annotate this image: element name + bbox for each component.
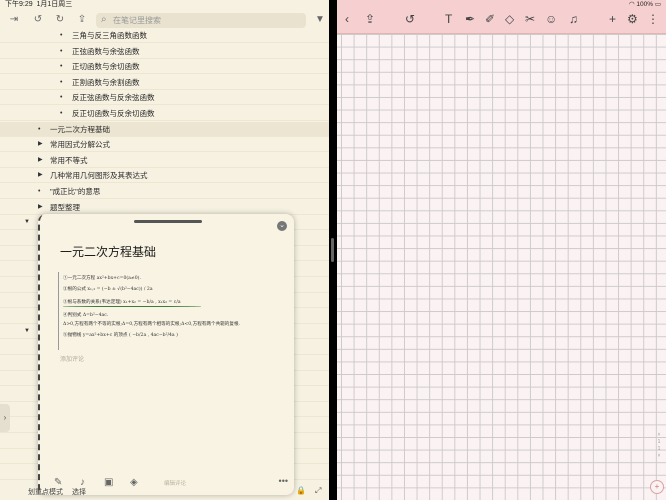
status-bar-left: 下午9:29 1月1日周三 [0, 0, 329, 10]
outline-row-label: 正切函数与余切函数 [72, 62, 140, 72]
chevron-down-icon[interactable]: ˅ [654, 453, 664, 460]
bullet-icon: • [60, 47, 63, 55]
expand-panel-handle[interactable]: › [0, 404, 10, 432]
handwritten-underline [63, 305, 201, 307]
formula-snippet: ①一元二次方程 ax²+bx+c=0(a≠0). ②根的公式 x₁,₂ = (−… [58, 272, 240, 350]
outline-row[interactable]: • 正割函数与余割函数 [0, 75, 329, 90]
lock-icon[interactable]: 🔒 [296, 486, 306, 495]
outline-pane: 下午9:29 1月1日周三 ⇥ ↺ ↻ ⇪ ⌕ 在笔记里搜索 ▼ • 三角与反三角… [0, 0, 329, 500]
microphone-icon[interactable]: ♫ [569, 12, 578, 26]
outline-row[interactable]: ▶ 常用不等式 [0, 153, 329, 168]
formula-line: ⑤抛物线 y=ax²+bx+c 的顶点 ( −b/2a , 4ac−b²/4a … [63, 333, 178, 338]
select-button[interactable]: 选择 [72, 487, 86, 497]
outline-row-label: "成正比"的意思 [50, 187, 101, 196]
add-page-icon[interactable]: + [609, 12, 616, 26]
back-icon[interactable]: ‹ [345, 12, 349, 26]
bottom-bar-left: 划重点模式 选择 🔒 ⤢ [0, 484, 329, 500]
outline-row-label: 常用因式分解公式 [50, 140, 110, 150]
eraser-icon[interactable]: ◇ [505, 12, 514, 26]
outline-toolbar: ⇥ ↺ ↻ ⇪ ⌕ 在笔记里搜索 ▼ [0, 10, 329, 30]
notebook-pane[interactable]: ◠ 100% ▭ ‹ ⇪ ↺ T ✒ ✐ ◇ ✂ ☺ ♫ + ⚙ ⋮ ˄ 1 1… [337, 0, 666, 500]
bullet-icon: • [60, 78, 63, 86]
collapse-triangle-icon[interactable]: ▼ [24, 215, 30, 230]
formula-line: Δ>0,方程有两个不等的实根;Δ=0,方程有两个相等的实根;Δ<0,方程有两个共… [63, 322, 241, 327]
image-icon[interactable]: ☺ [545, 12, 557, 26]
outline-row[interactable]: ▶ 题型整理 [0, 200, 329, 215]
collapse-triangle-icon[interactable]: ▼ [24, 324, 30, 339]
status-date: 1月1日周三 [36, 1, 73, 8]
filter-icon[interactable]: ▼ [314, 14, 326, 26]
collapse-sidebar-icon[interactable]: ⇥ [8, 14, 20, 26]
search-icon: ⌕ [101, 14, 107, 25]
bullet-icon: • [60, 32, 63, 39]
status-time: 下午9:29 [5, 1, 33, 8]
outline-row-label: 题型整理 [50, 202, 80, 212]
expand-triangle-icon[interactable]: ▶ [38, 168, 43, 183]
notebook-toolbar: ◠ 100% ▭ ‹ ⇪ ↺ T ✒ ✐ ◇ ✂ ☺ ♫ + ⚙ ⋮ [337, 0, 666, 34]
share-icon[interactable]: ⇪ [365, 12, 375, 26]
fullscreen-icon[interactable]: ⤢ [315, 486, 321, 496]
wifi-icon: ◠ [628, 1, 635, 8]
formula-line: ②根的公式 x₁,₂ = (−b ± √(b²−4ac)) / 2a [63, 287, 153, 292]
outline-row[interactable]: ▶ 常用因式分解公式 [0, 137, 329, 153]
outline-row[interactable]: • "成正比"的意思 [0, 184, 329, 199]
card-drag-handle[interactable] [134, 220, 202, 223]
search-input[interactable]: ⌕ 在笔记里搜索 [96, 13, 306, 28]
outline-row-label: 正割函数与余割函数 [72, 77, 140, 87]
outline-row[interactable]: • 正切函数与余切函数 [0, 59, 329, 75]
page-total: 1 [657, 446, 661, 452]
split-handle[interactable] [331, 238, 334, 262]
zoom-icon[interactable]: + [650, 480, 664, 494]
bullet-icon: • [60, 110, 63, 117]
page-indicator[interactable]: ˄ 1 1 ˅ [654, 432, 664, 462]
outline-row-label: 几种常用几何图形及其表达式 [50, 171, 148, 181]
outline-row[interactable]: • 反正弦函数与反余弦函数 [0, 90, 329, 106]
close-icon[interactable]: ⌄ [277, 221, 287, 231]
status-bar-right: ◠ 100% ▭ [629, 0, 661, 10]
split-divider[interactable] [329, 0, 337, 500]
bullet-icon: • [38, 188, 41, 195]
search-placeholder: 在笔记里搜索 [113, 16, 161, 25]
outline-row-label: 反正切函数与反余切函数 [72, 109, 155, 118]
outline-row-label: 常用不等式 [50, 155, 88, 165]
expand-triangle-icon[interactable]: ▶ [38, 200, 43, 215]
undo-icon[interactable]: ↺ [32, 14, 44, 26]
redo-icon[interactable]: ↻ [54, 14, 66, 26]
add-comment-field[interactable]: 添加评论 [60, 354, 84, 363]
lasso-icon[interactable]: ✂ [525, 12, 535, 26]
bullet-icon: • [60, 63, 63, 71]
note-card: ⌄ 一元二次方程基础 ①一元二次方程 ax²+bx+c=0(a≠0). ②根的公… [38, 214, 294, 495]
highlight-mode-button[interactable]: 划重点模式 [28, 487, 63, 497]
settings-icon[interactable]: ⚙ [627, 12, 638, 26]
outline-row-label: 三角与反三角函数函数 [72, 31, 147, 40]
formula-line: ④判别式 Δ=b²−4ac. [63, 313, 109, 318]
undo-icon[interactable]: ↺ [405, 12, 415, 26]
outline-row[interactable]: • 一元二次方程基础 [0, 121, 329, 137]
highlighter-icon[interactable]: ✐ [485, 12, 495, 26]
share-icon[interactable]: ⇪ [76, 14, 88, 26]
text-tool-icon[interactable]: T [445, 12, 452, 26]
outline-row[interactable]: • 正弦函数与余弦函数 [0, 44, 329, 59]
bullet-icon: • [60, 94, 63, 102]
chevron-up-icon[interactable]: ˄ [654, 432, 664, 439]
outline-row[interactable]: ▶ 几种常用几何图形及其表达式 [0, 168, 329, 184]
formula-line: ①一元二次方程 ax²+bx+c=0(a≠0). [63, 276, 141, 281]
outline-row[interactable]: • 三角与反三角函数函数 [0, 28, 329, 43]
outline-row-label: 反正弦函数与反余弦函数 [72, 93, 155, 103]
outline-row[interactable]: • 反正切函数与反余切函数 [0, 106, 329, 121]
page-number: 1 [657, 439, 661, 445]
battery-icon: ▭ [654, 1, 661, 8]
outline-row-label: 一元二次方程基础 [50, 124, 110, 134]
pen-icon[interactable]: ✒ [465, 12, 475, 26]
battery-percent: 100% [636, 1, 654, 8]
bullet-icon: • [38, 125, 41, 133]
expand-triangle-icon[interactable]: ▶ [38, 137, 43, 152]
expand-triangle-icon[interactable]: ▶ [38, 153, 43, 168]
card-title: 一元二次方程基础 [60, 245, 157, 259]
outline-row-label: 正弦函数与余弦函数 [72, 46, 140, 56]
more-icon[interactable]: ⋮ [647, 12, 659, 26]
